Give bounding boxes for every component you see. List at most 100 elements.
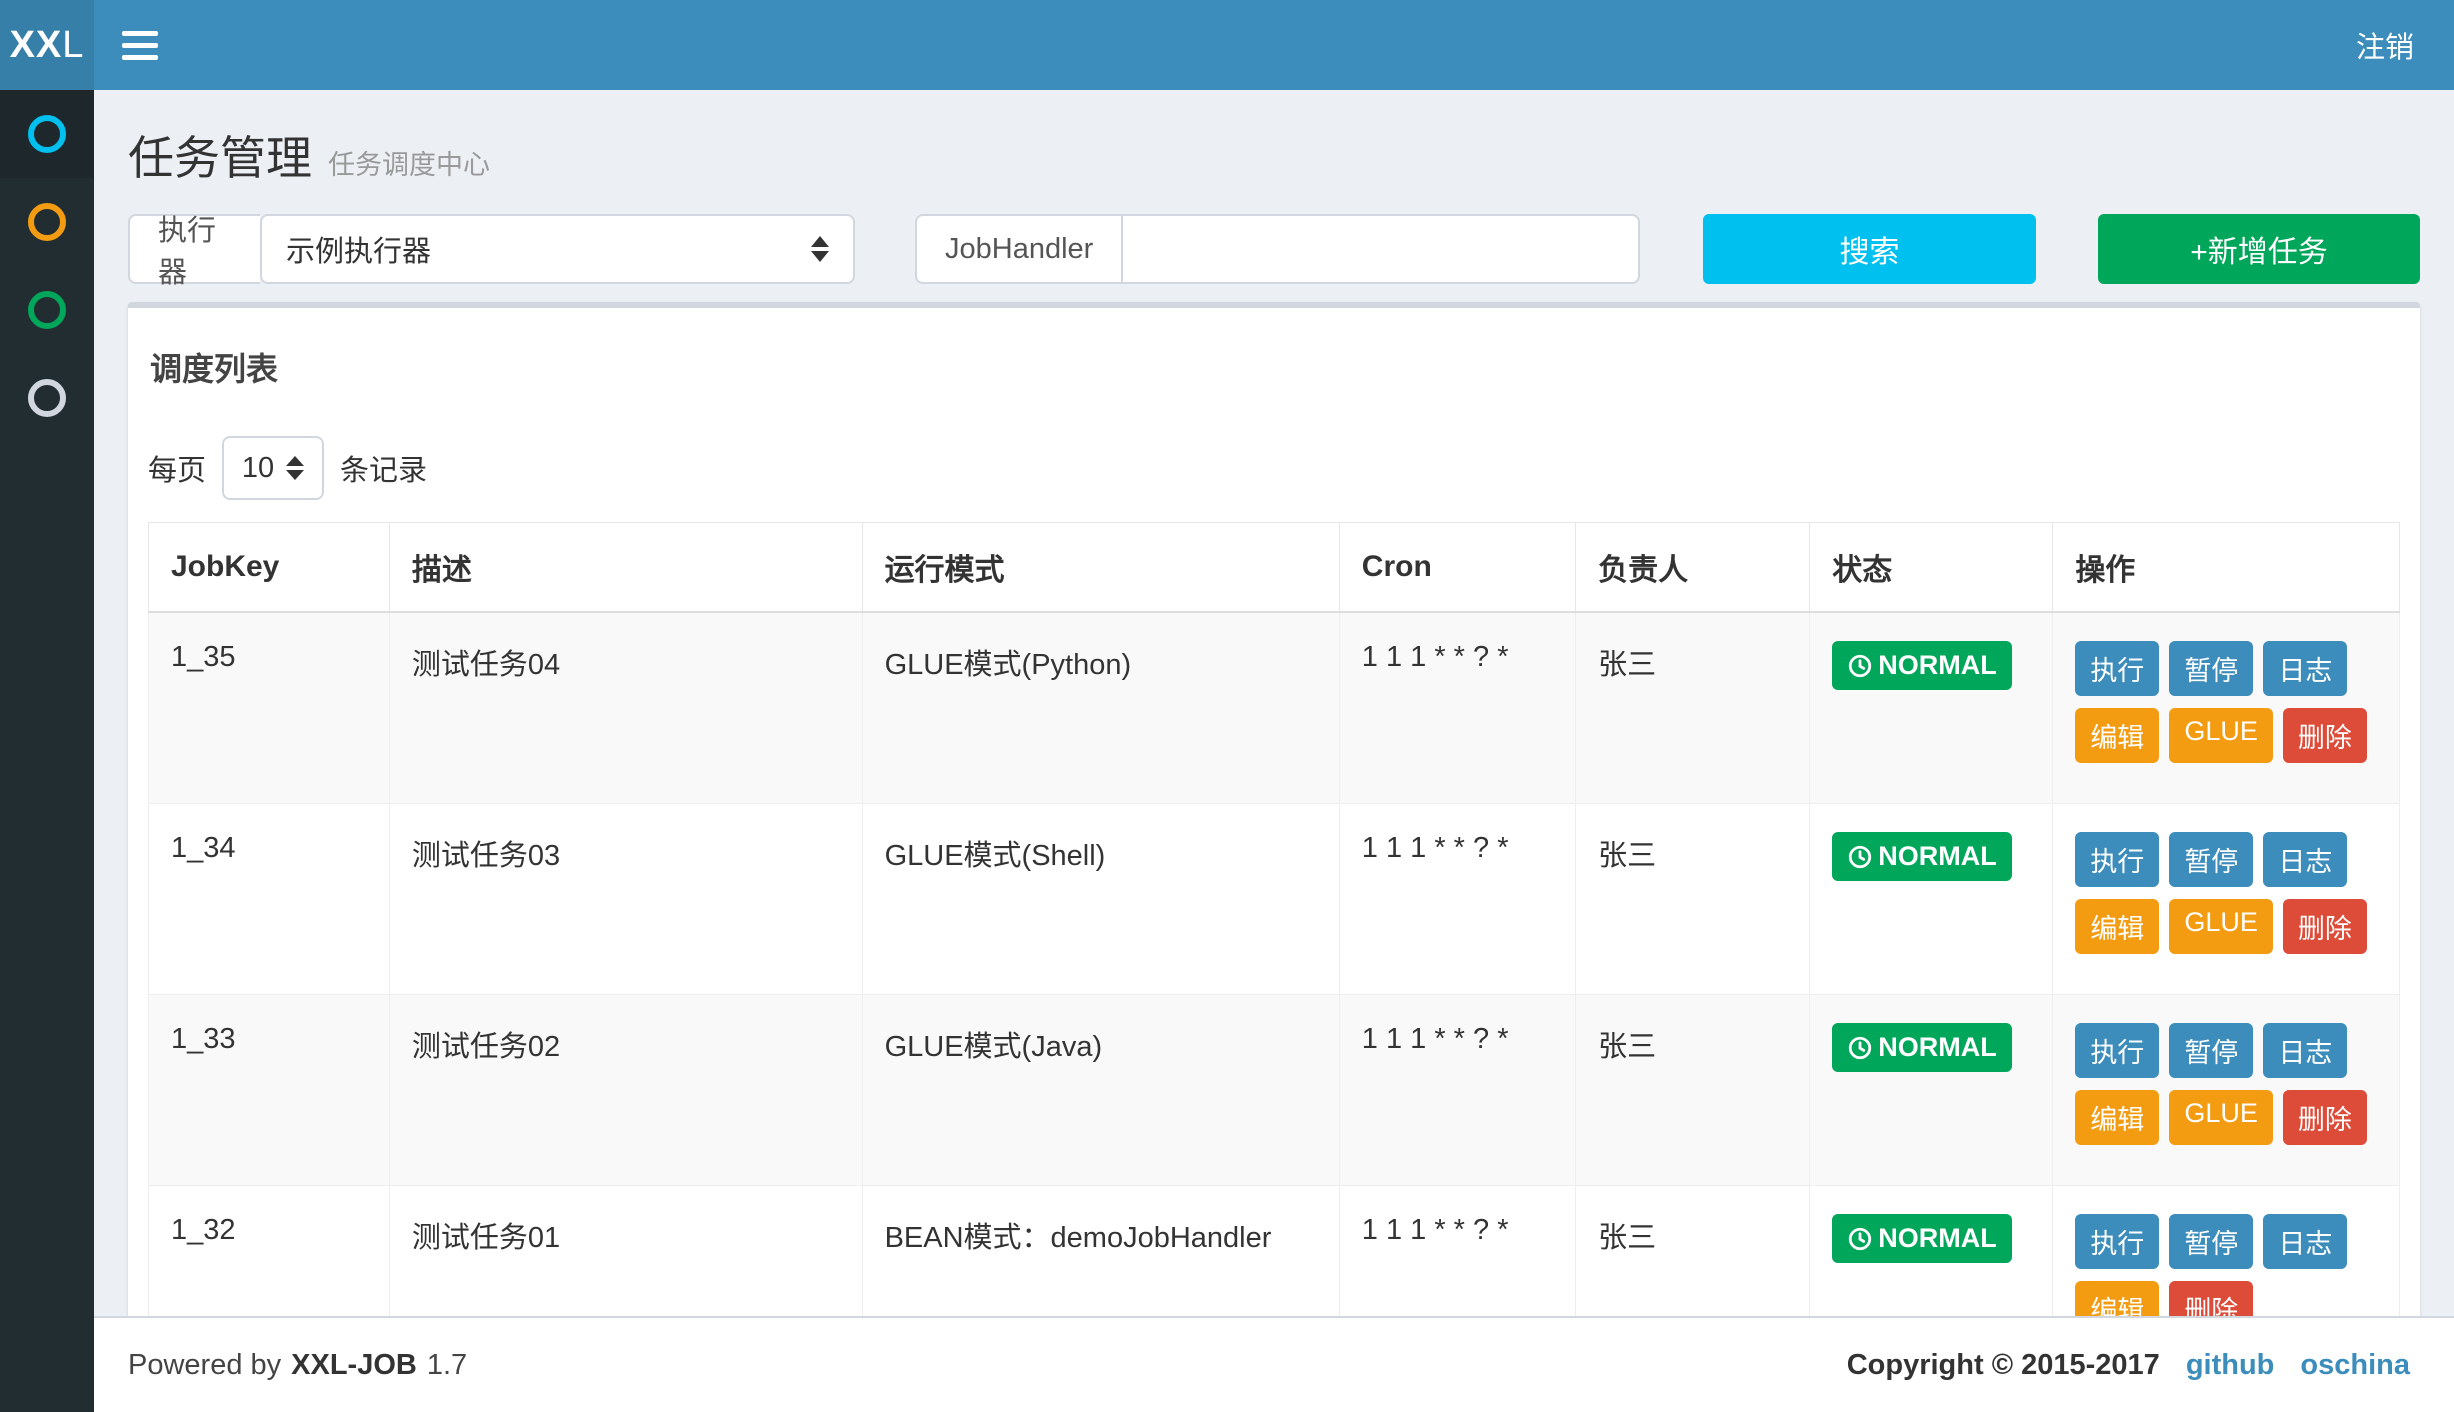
sidebar-item-help[interactable] [0, 354, 94, 442]
executor-label: 执行器 [128, 214, 260, 284]
cell-owner: 张三 [1576, 804, 1810, 995]
cell-owner: 张三 [1576, 612, 1810, 804]
delete-button[interactable]: 删除 [2283, 1090, 2367, 1145]
run-button[interactable]: 执行 [2075, 641, 2159, 696]
page-size-control: 每页 10 条记录 [148, 436, 2400, 500]
executor-select[interactable]: 示例执行器 [260, 214, 855, 284]
cell-cron: 1 1 1 * * ? * [1339, 1186, 1575, 1317]
select-arrows-icon [811, 236, 829, 262]
glue-button[interactable]: GLUE [2169, 708, 2273, 763]
edit-button[interactable]: 编辑 [2075, 1281, 2159, 1316]
clock-icon [1847, 1226, 1873, 1252]
col-jobkey: JobKey [149, 523, 390, 613]
circle-icon [28, 379, 66, 417]
sidebar [0, 90, 94, 1412]
sidebar-item-job-manage[interactable] [0, 90, 94, 178]
edit-button[interactable]: 编辑 [2075, 708, 2159, 763]
panel-title: 调度列表 [150, 344, 2400, 390]
status-badge: NORMAL [1832, 1214, 2011, 1263]
log-button[interactable]: 日志 [2263, 1023, 2347, 1078]
pause-button[interactable]: 暂停 [2169, 832, 2253, 887]
circle-icon [28, 291, 66, 329]
sidebar-item-dispatch-log[interactable] [0, 178, 94, 266]
pause-button[interactable]: 暂停 [2169, 1214, 2253, 1269]
product-name: XXL-JOB [291, 1349, 417, 1381]
cell-mode: GLUE模式(Shell) [862, 804, 1339, 995]
log-button[interactable]: 日志 [2263, 832, 2347, 887]
schedule-list-panel: 调度列表 每页 10 条记录 Job [128, 302, 2420, 1316]
cell-desc: 测试任务02 [389, 995, 862, 1186]
hamburger-icon [122, 31, 158, 60]
cell-mode: GLUE模式(Python) [862, 612, 1339, 804]
status-text: NORMAL [1878, 650, 1996, 681]
cell-mode: BEAN模式：demoJobHandler [862, 1186, 1339, 1317]
table-row: 1_35 测试任务04 GLUE模式(Python) 1 1 1 * * ? *… [149, 612, 2400, 804]
oschina-link[interactable]: oschina [2300, 1349, 2410, 1382]
col-cron: Cron [1339, 523, 1575, 613]
sidebar-toggle-button[interactable] [94, 0, 186, 90]
page-footer: Powered by XXL-JOB 1.7 Copyright © 2015-20… [94, 1316, 2454, 1412]
log-button[interactable]: 日志 [2263, 641, 2347, 696]
copyright-block: Copyright © 2015-2017 github oschina [1847, 1349, 2410, 1382]
table-row: 1_32 测试任务01 BEAN模式：demoJobHandler 1 1 1 … [149, 1186, 2400, 1317]
filter-toolbar: 执行器 示例执行器 JobHandler 搜索 +新增任务 [128, 214, 2420, 284]
col-owner: 负责人 [1576, 523, 1810, 613]
add-job-button[interactable]: +新增任务 [2098, 214, 2420, 284]
pause-button[interactable]: 暂停 [2169, 1023, 2253, 1078]
glue-button[interactable]: GLUE [2169, 1090, 2273, 1145]
executor-filter-group: 执行器 示例执行器 [128, 214, 855, 284]
search-button[interactable]: 搜索 [1703, 214, 2036, 284]
run-button[interactable]: 执行 [2075, 1214, 2159, 1269]
jobhandler-field-wrap [1121, 214, 1640, 284]
circle-icon [28, 115, 66, 153]
cell-cron: 1 1 1 * * ? * [1339, 995, 1575, 1186]
page-header: 任务管理 任务调度中心 [128, 122, 2420, 188]
delete-button[interactable]: 删除 [2169, 1281, 2253, 1316]
col-mode: 运行模式 [862, 523, 1339, 613]
col-desc: 描述 [389, 523, 862, 613]
cell-actions: 执行 暂停 日志 编辑 GLUE 删除 [2053, 804, 2400, 995]
sidebar-item-executor[interactable] [0, 266, 94, 354]
logout-link[interactable]: 注销 [2316, 0, 2454, 90]
select-arrows-icon [286, 456, 304, 480]
cell-jobkey: 1_35 [149, 612, 390, 804]
cell-jobkey: 1_34 [149, 804, 390, 995]
cell-actions: 执行 暂停 日志 编辑 GLUE 删除 [2053, 995, 2400, 1186]
logo-text-bold: XX [10, 24, 63, 67]
pause-button[interactable]: 暂停 [2169, 641, 2253, 696]
perpage-suffix: 条记录 [340, 447, 427, 489]
run-button[interactable]: 执行 [2075, 1023, 2159, 1078]
cell-status: NORMAL [1810, 804, 2053, 995]
logo-text-light: L [62, 24, 84, 67]
jobhandler-input[interactable] [1147, 233, 1614, 266]
page-size-select[interactable]: 10 [222, 436, 324, 500]
powered-prefix: Powered by [128, 1349, 281, 1381]
cell-cron: 1 1 1 * * ? * [1339, 612, 1575, 804]
status-text: NORMAL [1878, 1223, 1996, 1254]
app-logo[interactable]: XXL [0, 0, 94, 90]
page-size-value: 10 [242, 452, 274, 485]
delete-button[interactable]: 删除 [2283, 899, 2367, 954]
status-text: NORMAL [1878, 1032, 1996, 1063]
perpage-prefix: 每页 [148, 447, 206, 489]
run-button[interactable]: 执行 [2075, 832, 2159, 887]
powered-by: Powered by XXL-JOB 1.7 [128, 1349, 467, 1382]
content-area: 任务管理 任务调度中心 执行器 示例执行器 JobHandler [94, 90, 2454, 1316]
job-table: JobKey 描述 运行模式 Cron 负责人 状态 操作 1_35 [148, 522, 2400, 1316]
delete-button[interactable]: 删除 [2283, 708, 2367, 763]
table-header-row: JobKey 描述 运行模式 Cron 负责人 状态 操作 [149, 523, 2400, 613]
clock-icon [1847, 1035, 1873, 1061]
edit-button[interactable]: 编辑 [2075, 1090, 2159, 1145]
edit-button[interactable]: 编辑 [2075, 899, 2159, 954]
log-button[interactable]: 日志 [2263, 1214, 2347, 1269]
cell-cron: 1 1 1 * * ? * [1339, 804, 1575, 995]
status-badge: NORMAL [1832, 1023, 2011, 1072]
page-title: 任务管理 [128, 122, 312, 188]
cell-mode: GLUE模式(Java) [862, 995, 1339, 1186]
glue-button[interactable]: GLUE [2169, 899, 2273, 954]
status-badge: NORMAL [1832, 641, 2011, 690]
product-version: 1.7 [427, 1349, 467, 1381]
top-navbar: XXL 注销 [0, 0, 2454, 90]
cell-status: NORMAL [1810, 1186, 2053, 1317]
github-link[interactable]: github [2186, 1349, 2275, 1382]
